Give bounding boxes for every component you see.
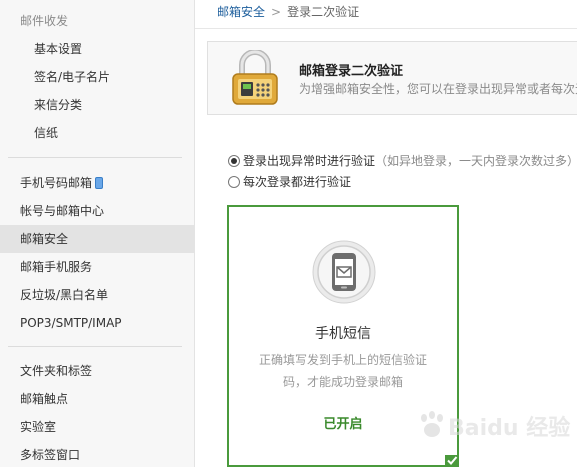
- card-description: 正确填写发到手机上的短信验证码，才能成功登录邮箱: [258, 353, 427, 389]
- sidebar-item-label: 手机号码邮箱: [20, 176, 93, 190]
- sidebar-item-stationery[interactable]: 信纸: [0, 119, 195, 147]
- header-divider: [195, 28, 577, 29]
- sidebar-item-antispam[interactable]: 反垃圾/黑白名单: [0, 281, 195, 309]
- phone-message-icon: [312, 240, 376, 304]
- sidebar-item-lab[interactable]: 实验室: [0, 413, 195, 441]
- watermark-text: Baidu 经验: [448, 416, 571, 441]
- breadcrumb: 邮箱安全 > 登录二次验证: [217, 4, 359, 20]
- radio-button[interactable]: [228, 175, 240, 188]
- sidebar-section-mail: 邮件收发: [20, 14, 69, 28]
- sidebar-item-mail-touchpoint[interactable]: 邮箱触点: [0, 385, 195, 413]
- sidebar-divider: [8, 157, 182, 158]
- sidebar-item-account-center[interactable]: 帐号与邮箱中心: [0, 197, 195, 225]
- breadcrumb-current: 登录二次验证: [287, 5, 360, 19]
- sidebar-item-mail-security[interactable]: 邮箱安全: [0, 225, 195, 253]
- breadcrumb-link-mail-security[interactable]: 邮箱安全: [217, 5, 265, 19]
- sidebar-item-folders-tags[interactable]: 文件夹和标签: [0, 357, 195, 385]
- sidebar-item-phone-mailbox[interactable]: 手机号码邮箱: [0, 169, 195, 197]
- checkmark-icon: [445, 455, 459, 467]
- lock-icon: [232, 50, 278, 105]
- sidebar-item-multi-tab[interactable]: 多标签窗口: [0, 441, 195, 467]
- watermark: Baidu 经验: [418, 404, 571, 454]
- option-label: 登录出现异常时进行验证: [243, 154, 376, 168]
- feature-header: 邮箱登录二次验证 为增强邮箱安全性，您可以在登录出现异常或者每次无: [207, 41, 577, 115]
- option-hint: （如异地登录，一天内登录次数过多）: [375, 154, 577, 168]
- card-title: 手机短信: [315, 326, 371, 342]
- sidebar-item-pop3-smtp-imap[interactable]: POP3/SMTP/IMAP: [0, 309, 195, 337]
- option-verify-every-login[interactable]: 每次登录都进行验证: [228, 173, 351, 191]
- phone-icon: [95, 176, 104, 189]
- breadcrumb-separator: >: [271, 5, 282, 19]
- feature-title: 邮箱登录二次验证: [299, 64, 404, 79]
- sidebar-item-mobile-service[interactable]: 邮箱手机服务: [0, 253, 195, 281]
- option-verify-on-abnormal[interactable]: 登录出现异常时进行验证（如异地登录，一天内登录次数过多）: [228, 152, 577, 170]
- sidebar-item-basic-settings[interactable]: 基本设置: [0, 35, 195, 63]
- sidebar-item-mail-filter[interactable]: 来信分类: [0, 91, 195, 119]
- option-label: 每次登录都进行验证: [243, 175, 352, 189]
- radio-button-checked[interactable]: [228, 154, 240, 167]
- feature-description: 为增强邮箱安全性，您可以在登录出现异常或者每次无: [299, 82, 577, 96]
- paw-icon: [421, 411, 443, 437]
- sidebar-divider: [8, 346, 182, 347]
- settings-sidebar: 邮件收发 基本设置 签名/电子名片 来信分类 信纸 手机号码邮箱 帐号与邮箱中心…: [0, 0, 195, 467]
- sidebar-item-signature[interactable]: 签名/电子名片: [0, 63, 195, 91]
